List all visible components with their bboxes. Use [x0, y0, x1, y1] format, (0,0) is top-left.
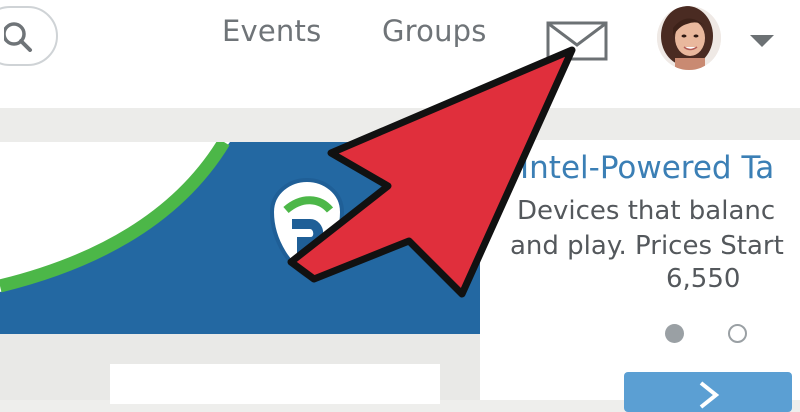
- content-card: [110, 364, 440, 404]
- caret-down-icon[interactable]: [749, 33, 775, 49]
- brand-shield-icon: [269, 177, 345, 279]
- carousel-description-line-2: and play. Prices Start: [510, 231, 784, 261]
- nav-groups-link[interactable]: Groups: [382, 14, 487, 48]
- envelope-icon[interactable]: [546, 21, 608, 61]
- search-box[interactable]: [0, 6, 58, 66]
- chevron-right-icon: [699, 381, 720, 409]
- promo-banner-image[interactable]: [0, 142, 480, 334]
- carousel-dot-1-active[interactable]: [665, 324, 684, 343]
- carousel-price: 6,550: [666, 264, 741, 294]
- carousel-title[interactable]: Intel-Powered Ta: [520, 150, 774, 186]
- search-icon[interactable]: [4, 22, 34, 52]
- carousel-description-line-1: Devices that balanc: [517, 196, 776, 226]
- avatar-photo: [657, 6, 721, 70]
- promo-background: [0, 142, 230, 293]
- top-navigation-bar: Events Groups: [0, 0, 800, 108]
- user-avatar[interactable]: [657, 6, 721, 70]
- nav-events-link[interactable]: Events: [222, 14, 321, 48]
- carousel-dot-2[interactable]: [728, 324, 747, 343]
- carousel-next-button[interactable]: [624, 372, 792, 412]
